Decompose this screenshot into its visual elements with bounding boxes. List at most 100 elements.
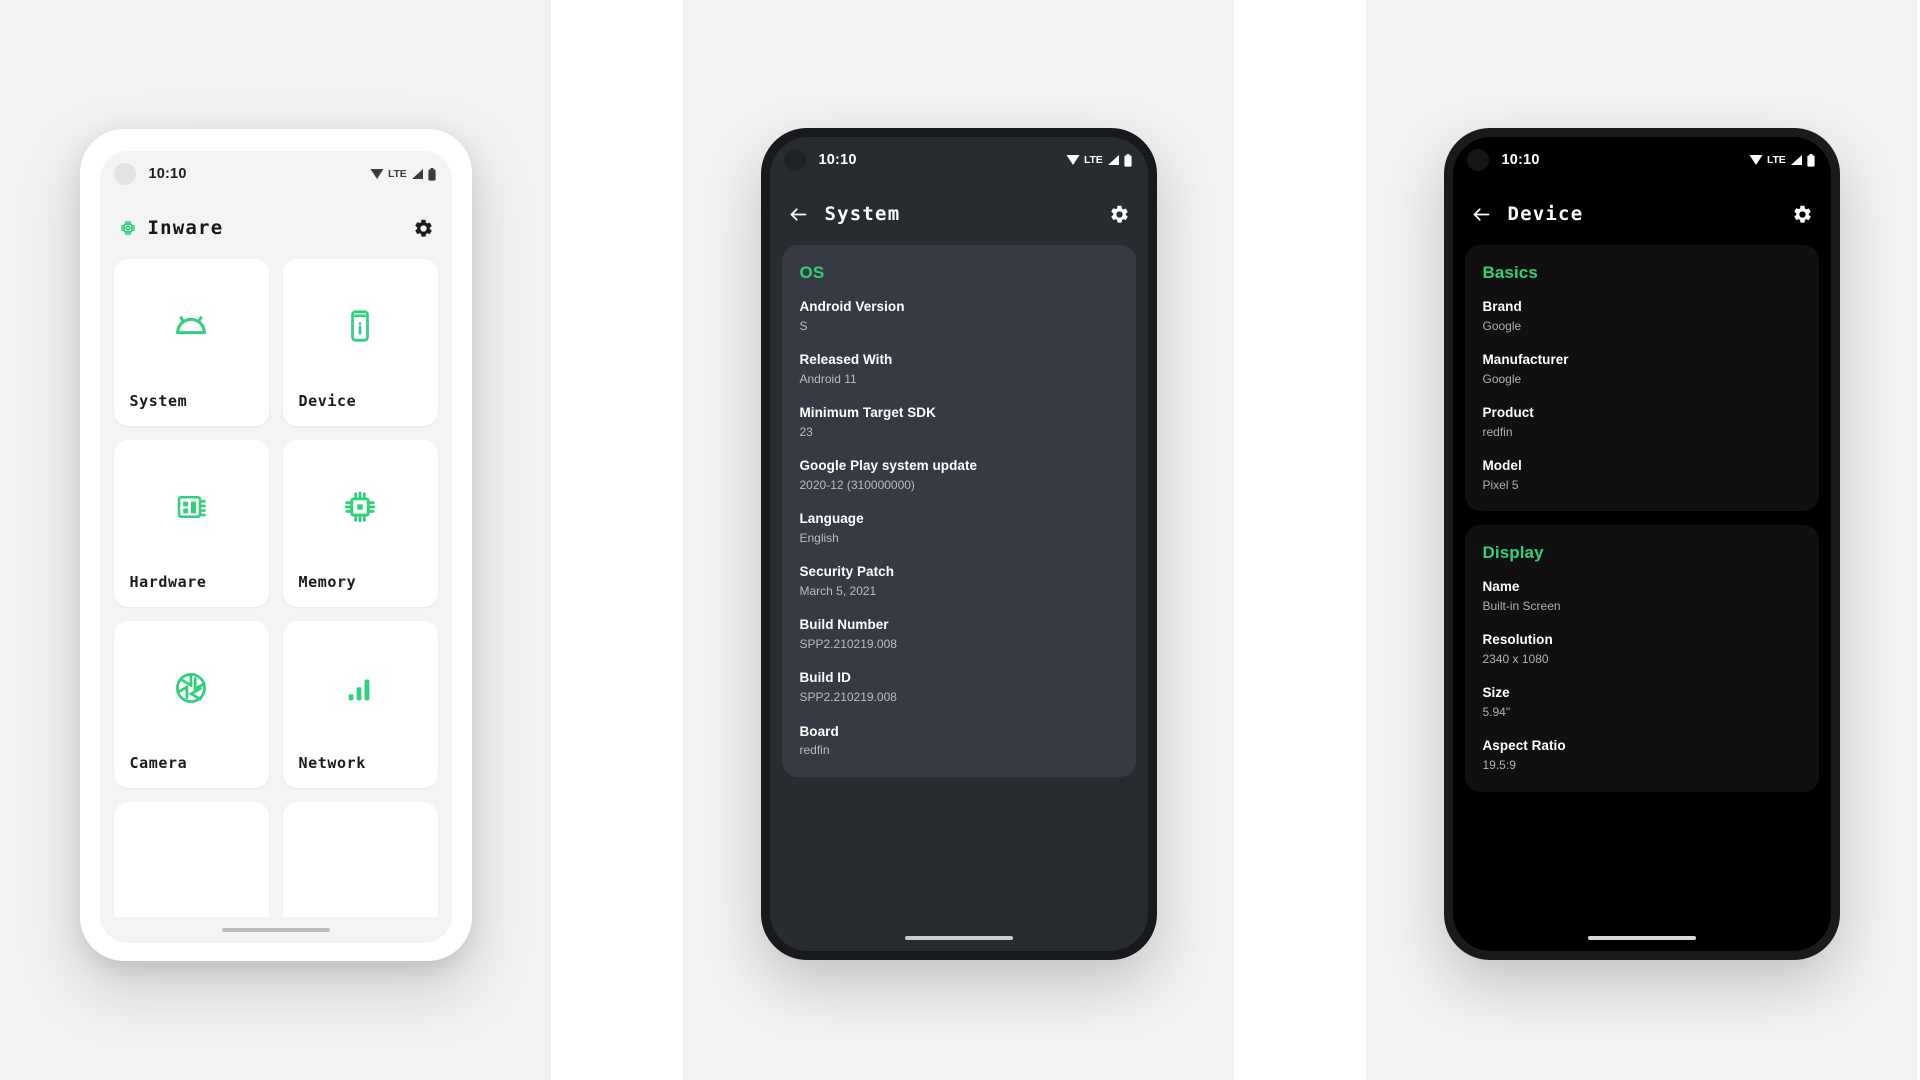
info-row-label: Name: [1482, 579, 1520, 595]
info-row-value: redfin: [799, 743, 830, 758]
tile-label: Camera: [129, 754, 188, 772]
info-row[interactable]: Model Pixel 5: [1483, 458, 1801, 493]
gesture-nav-bar-1: [100, 917, 452, 943]
section-title: OS: [799, 263, 825, 282]
panel-dark-theme: 10:10 LTE System OS Android Version S Re…: [683, 0, 1234, 1080]
info-row[interactable]: Size 5.94": [1483, 685, 1801, 720]
info-row-label: Build ID: [799, 670, 851, 686]
tile-system[interactable]: System: [113, 259, 269, 426]
info-row-label: Board: [799, 723, 839, 739]
signal-bars-icon: [283, 621, 438, 754]
gear-icon: [414, 219, 432, 237]
panel-black-theme: 10:10 LTE Device Basics Brand Google Man…: [1366, 0, 1917, 1080]
info-row[interactable]: Google Play system update 2020-12 (310000…: [800, 458, 1118, 493]
front-camera-punchhole-icon: [1466, 149, 1489, 171]
info-row[interactable]: Product redfin: [1483, 405, 1801, 440]
tile-label: Hardware: [129, 573, 207, 591]
phone-screen-2: 10:10 LTE System OS Android Version S Re…: [769, 137, 1148, 951]
tile-camera[interactable]: Camera: [113, 621, 269, 788]
status-bar-2: 10:10 LTE: [770, 137, 1148, 183]
tile-label: System: [129, 392, 188, 410]
tile-device[interactable]: Device: [282, 259, 438, 426]
info-row-value: SPP2.210219.008: [799, 637, 897, 652]
phone-screen-1: 10:10 LTE Inware System Device Hardware …: [99, 151, 452, 943]
arrow-left-icon: [1473, 207, 1489, 221]
info-row[interactable]: Android Version S: [800, 299, 1118, 334]
info-row-value: Android 11: [799, 371, 857, 386]
settings-button-3[interactable]: [1792, 204, 1813, 225]
info-row[interactable]: Language English: [800, 511, 1118, 546]
info-row[interactable]: Board redfin: [800, 724, 1118, 759]
home-indicator[interactable]: [904, 936, 1013, 940]
status-icons-3: LTE: [1749, 153, 1815, 167]
tile-label: Network: [298, 754, 366, 772]
info-card: OS Android Version S Released With Android 1…: [781, 245, 1136, 777]
wifi-icon: [1066, 155, 1080, 165]
screen-title: System: [824, 203, 901, 225]
app-title: Inware: [147, 217, 224, 239]
info-row-label: Build Number: [799, 617, 889, 633]
detail-list-2[interactable]: OS Android Version S Released With Android 1…: [770, 245, 1148, 925]
info-row[interactable]: Name Built-in Screen: [1483, 579, 1801, 614]
back-button-3[interactable]: [1471, 204, 1492, 225]
back-button-2[interactable]: [788, 204, 809, 225]
gear-icon: [1793, 205, 1811, 223]
info-row-value: S: [799, 318, 808, 333]
home-indicator[interactable]: [221, 928, 330, 932]
info-row[interactable]: Brand Google: [1483, 299, 1801, 334]
info-row-label: Size: [1482, 685, 1510, 701]
tile-hardware[interactable]: Hardware: [113, 440, 269, 607]
info-row-label: Google Play system update: [799, 458, 978, 474]
info-card: Display Name Built-in Screen Resolution 2340…: [1464, 525, 1819, 792]
info-row-value: English: [799, 531, 839, 546]
wifi-icon: [1749, 155, 1763, 165]
tile-network[interactable]: Network: [282, 621, 438, 788]
info-row-value: Pixel 5: [1482, 478, 1519, 493]
settings-button-1[interactable]: [413, 218, 434, 239]
info-row[interactable]: Aspect Ratio 19.5:9: [1483, 738, 1801, 773]
status-icons-2: LTE: [1066, 153, 1132, 167]
info-row[interactable]: Build Number SPP2.210219.008: [800, 617, 1118, 652]
phone-screen-3: 10:10 LTE Device Basics Brand Google Man…: [1452, 137, 1831, 951]
detail-list-3[interactable]: Basics Brand Google Manufacturer Google Produ…: [1453, 245, 1831, 925]
info-card: Basics Brand Google Manufacturer Google Produ…: [1464, 245, 1819, 512]
info-row[interactable]: Released With Android 11: [800, 352, 1118, 387]
chip-icon: [118, 218, 138, 238]
battery-icon: [427, 167, 436, 181]
info-row-value: Google: [1482, 318, 1522, 333]
info-row-value: March 5, 2021: [799, 584, 877, 599]
info-row-label: Manufacturer: [1482, 352, 1569, 368]
info-row[interactable]: Resolution 2340 x 1080: [1483, 632, 1801, 667]
info-row-label: Brand: [1482, 299, 1522, 314]
info-row[interactable]: Security Patch March 5, 2021: [800, 564, 1118, 599]
cellular-signal-icon: [1107, 155, 1119, 165]
section-title: Display: [1482, 543, 1544, 563]
tile-partial-left[interactable]: [113, 802, 269, 917]
info-row-label: Aspect Ratio: [1482, 738, 1566, 754]
info-row[interactable]: Build ID SPP2.210219.008: [800, 670, 1118, 705]
tile-memory[interactable]: Memory: [282, 440, 438, 607]
settings-button-2[interactable]: [1109, 204, 1130, 225]
battery-icon: [1123, 153, 1132, 167]
info-row-value: 19.5:9: [1482, 758, 1516, 773]
tile-partial-right[interactable]: [282, 802, 438, 917]
android-icon: [114, 259, 269, 392]
info-row-label: Android Version: [799, 299, 905, 314]
status-bar-3: 10:10 LTE: [1453, 137, 1831, 183]
wifi-icon: [370, 169, 384, 179]
lte-label: LTE: [1767, 154, 1786, 166]
lte-label: LTE: [388, 168, 407, 180]
status-clock: 10:10: [818, 152, 857, 168]
status-bar-1: 10:10 LTE: [100, 151, 452, 197]
gesture-nav-bar-2: [770, 925, 1148, 951]
info-row[interactable]: Minimum Target SDK 23: [800, 405, 1118, 440]
panel-gap-2: [1234, 0, 1366, 1080]
info-row[interactable]: Manufacturer Google: [1483, 352, 1801, 387]
info-row-label: Language: [799, 511, 864, 527]
home-indicator[interactable]: [1587, 936, 1696, 940]
app-toolbar-2: System: [770, 183, 1148, 245]
front-camera-punchhole-icon: [783, 149, 806, 171]
battery-icon: [1806, 153, 1815, 167]
phone-frame-3: 10:10 LTE Device Basics Brand Google Man…: [1443, 128, 1840, 960]
info-row-value: 5.94": [1482, 705, 1511, 720]
